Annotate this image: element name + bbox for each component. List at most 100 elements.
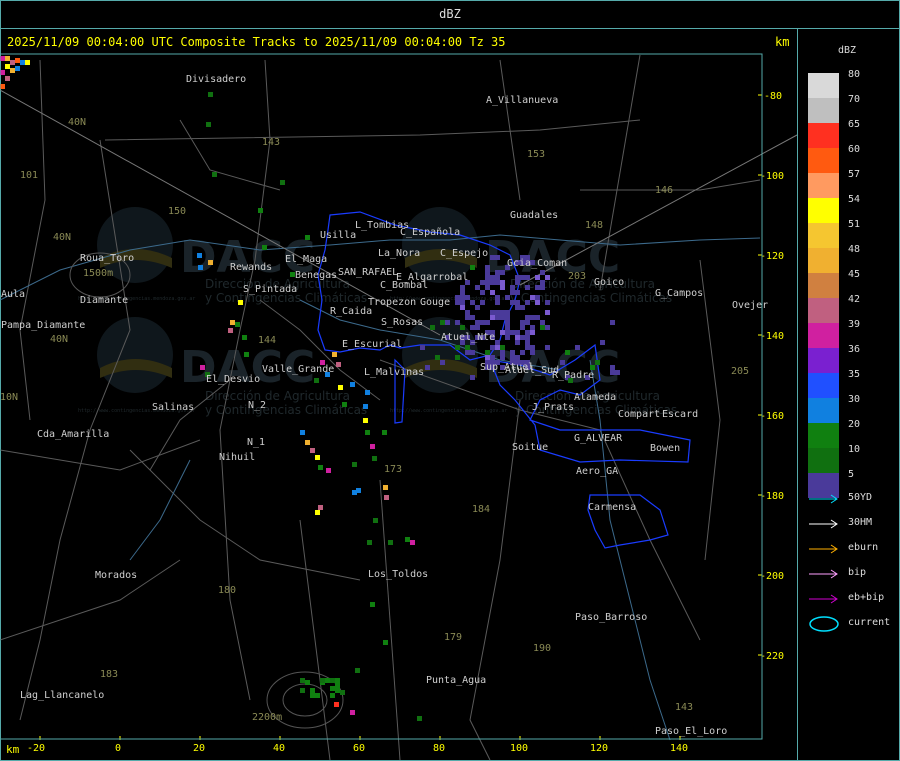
radar-pixel — [425, 365, 430, 370]
radar-pixel — [525, 300, 530, 305]
place-gouge: Gouge — [420, 297, 450, 308]
radar-pixel — [470, 325, 475, 330]
radar-pixel — [5, 56, 10, 61]
radar-pixel — [242, 335, 247, 340]
radar-pixel — [525, 320, 530, 325]
radar-pixel — [15, 66, 20, 71]
y-tick: -180 — [760, 491, 784, 502]
radar-pixel — [545, 345, 550, 350]
place-aula: Aula — [1, 289, 25, 300]
radar-pixel — [515, 340, 520, 345]
radar-pixel — [455, 300, 460, 305]
legend-panel: dBZ 80 70 65 60 57 54 51 48 45 42 39 36 35 30 20 10 5 50… — [798, 29, 900, 761]
legend-swatch-label: 10 — [848, 444, 861, 455]
radar-pixel — [370, 444, 375, 449]
route-label: 101 — [20, 170, 38, 181]
radar-pixel — [455, 355, 460, 360]
route-label: 179 — [444, 632, 462, 643]
radar-pixel — [525, 285, 530, 290]
track-arrow-icon — [809, 519, 838, 529]
radar-pixel — [410, 540, 415, 545]
radar-pixel — [525, 345, 530, 350]
radar-pixel — [460, 325, 465, 330]
legend-swatch — [808, 223, 839, 248]
radar-pixel — [365, 390, 370, 395]
x-tick: 120 — [590, 743, 608, 754]
radar-pixel — [382, 430, 387, 435]
watermark: DACC DACC DACC DACC Dirección de Agricul… — [78, 207, 677, 417]
legend-swatch-label: 70 — [848, 94, 861, 105]
track-arrow-icon — [809, 569, 838, 579]
place-ovejer: Ovejer — [732, 300, 768, 311]
radar-pixel — [495, 275, 500, 280]
radar-pixel — [332, 352, 337, 357]
track-arrow-icon — [809, 544, 838, 554]
radar-pixel — [500, 350, 505, 355]
radar-pixel — [15, 58, 20, 63]
radar-pixel — [505, 295, 510, 300]
radar-pixel — [545, 275, 550, 280]
radar-pixel — [495, 280, 500, 285]
route-label: 183 — [100, 669, 118, 680]
legend-swatch-label: 48 — [848, 244, 861, 255]
place-atuel-nte: Atuel_Nte — [441, 332, 495, 343]
route-label: 184 — [472, 504, 490, 515]
radar-pixel — [500, 285, 505, 290]
radar-pixel — [300, 430, 305, 435]
x-tick: 80 — [433, 743, 445, 754]
radar-pixel — [490, 355, 495, 360]
radar-pixel — [475, 305, 480, 310]
legend-swatch — [808, 73, 839, 98]
radar-pixel — [342, 402, 347, 407]
radar-pixel — [470, 265, 475, 270]
radar-pixel — [315, 510, 320, 515]
place-diamante: Diamante — [80, 295, 128, 306]
radar-pixel — [525, 275, 530, 280]
legend-swatch-label: 30 — [848, 394, 861, 405]
radar-pixel — [475, 285, 480, 290]
radar-pixel — [540, 285, 545, 290]
place-soitue: Soitue — [512, 442, 548, 453]
x-tick: 40 — [273, 743, 285, 754]
radar-pixel — [515, 305, 520, 310]
road — [0, 559, 181, 641]
radar-pixel — [372, 456, 377, 461]
radar-pixel — [530, 330, 535, 335]
volcano-contours — [69, 252, 344, 729]
route-label: 144 — [258, 335, 276, 346]
road — [379, 479, 401, 761]
radar-pixel — [475, 320, 480, 325]
radar-pixel — [505, 310, 510, 315]
radar-pixel — [417, 716, 422, 721]
y-tick: -160 — [760, 411, 784, 422]
radar-pixel — [530, 350, 535, 355]
radar-pixel — [0, 70, 5, 75]
place-el-desvio: El_Desvio — [206, 374, 260, 385]
x-tick: 140 — [670, 743, 688, 754]
radar-pixel — [10, 60, 15, 65]
legend-swatch-label: 65 — [848, 119, 861, 130]
side-mark: 40N — [68, 117, 86, 128]
legend-swatch — [808, 373, 839, 398]
radar-pixel — [505, 335, 510, 340]
radar-pixel — [470, 375, 475, 380]
radar-pixel — [475, 325, 480, 330]
radar-pixel — [535, 315, 540, 320]
radar-pixel — [352, 462, 357, 467]
place-san-rafael: SAN_RAFAEL — [338, 267, 398, 278]
radar-map[interactable]: DACC DACC DACC DACC Dirección de Agricul… — [0, 0, 797, 761]
radar-pixel — [610, 365, 615, 370]
radar-pixel — [545, 325, 550, 330]
place-s-pintada: S_Pintada — [243, 284, 297, 295]
radar-pixel — [525, 330, 530, 335]
place-tropezon: Tropezon — [368, 297, 416, 308]
radar-pixel — [510, 290, 515, 295]
radar-pixel — [485, 320, 490, 325]
place-goico: Goico — [594, 277, 624, 288]
radar-pixel — [338, 385, 343, 390]
place-divisadero: Divisadero — [186, 74, 246, 85]
place-g-alvear: G_ALVEAR — [574, 433, 623, 444]
radar-pixel — [495, 295, 500, 300]
track-arrow-icon — [809, 594, 838, 604]
route-labels: 101 150 143 153 146 148 203 205 144 173 … — [0, 117, 749, 723]
